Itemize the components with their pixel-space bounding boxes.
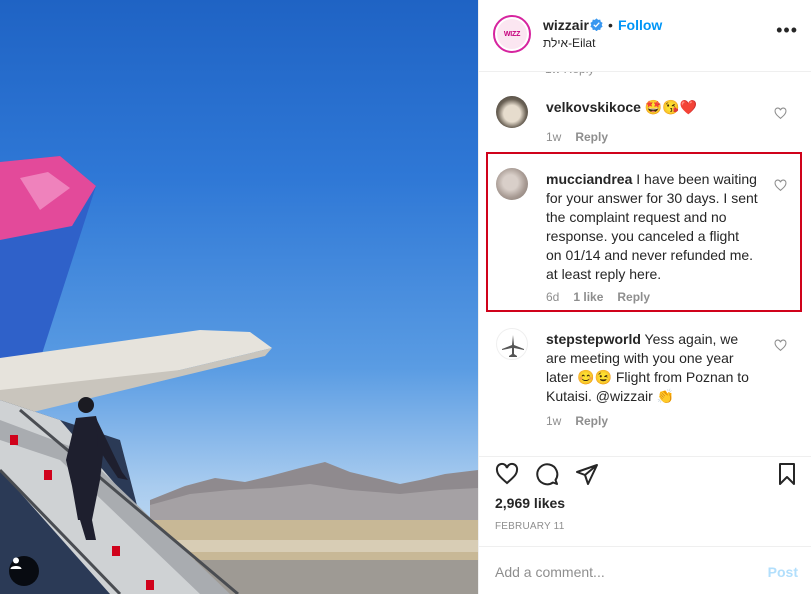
comment-username[interactable]: stepstepworld: [546, 331, 641, 347]
comment-meta: 1w Reply: [546, 414, 622, 428]
post-photo[interactable]: [0, 0, 478, 594]
heart-outline-icon[interactable]: [774, 339, 787, 352]
post-location[interactable]: אילת-Eilat: [543, 36, 595, 50]
post-header: WIZZ wizzair • Follow אילת-Eilat •••: [479, 0, 811, 72]
post-actions: 2,969 likes FEBRUARY 11: [479, 456, 811, 546]
reply-button[interactable]: Reply: [575, 130, 608, 144]
comment-text: velkovskikoce 🤩😘❤️: [546, 98, 758, 117]
comment-avatar[interactable]: [496, 328, 528, 360]
comment-input[interactable]: Add a comment...: [495, 564, 605, 580]
comments-list[interactable]: 1w Reply velkovskikoce 🤩😘❤️ 1wReply mucc…: [479, 56, 811, 456]
verified-badge-icon: [590, 18, 603, 31]
add-comment-bar: Add a comment... Post: [479, 546, 811, 594]
user-tag-icon[interactable]: [9, 556, 39, 586]
more-options-icon[interactable]: •••: [776, 20, 798, 41]
comment-text: stepstepworld Yess again, we are meeting…: [546, 330, 758, 406]
bookmark-icon[interactable]: [775, 462, 799, 486]
post-panel: 1w Reply velkovskikoce 🤩😘❤️ 1wReply mucc…: [478, 0, 811, 594]
post-username[interactable]: wizzair: [543, 17, 589, 33]
post-button[interactable]: Post: [768, 564, 798, 580]
brand-avatar[interactable]: WIZZ: [493, 15, 531, 53]
heart-outline-icon[interactable]: [774, 107, 787, 120]
highlight-box: [486, 152, 802, 312]
heart-icon[interactable]: [495, 462, 519, 486]
comment-icon[interactable]: [535, 462, 559, 486]
comment-time[interactable]: 1w: [546, 130, 561, 144]
separator-dot: •: [608, 17, 613, 33]
reply-button[interactable]: Reply: [575, 414, 608, 428]
paper-plane-icon[interactable]: [575, 462, 599, 486]
comment-avatar[interactable]: [496, 96, 528, 128]
follow-button[interactable]: Follow: [618, 17, 662, 33]
post-date[interactable]: FEBRUARY 11: [495, 521, 564, 532]
comment-time[interactable]: 1w: [546, 414, 561, 428]
comment-username[interactable]: velkovskikoce: [546, 99, 641, 115]
likes-count[interactable]: 2,969 likes: [495, 495, 565, 511]
comment-body: 🤩😘❤️: [640, 99, 698, 115]
photo-scene: [0, 156, 478, 594]
brand-logo: WIZZ: [497, 19, 527, 49]
comment-meta: 1w Reply: [546, 130, 622, 144]
